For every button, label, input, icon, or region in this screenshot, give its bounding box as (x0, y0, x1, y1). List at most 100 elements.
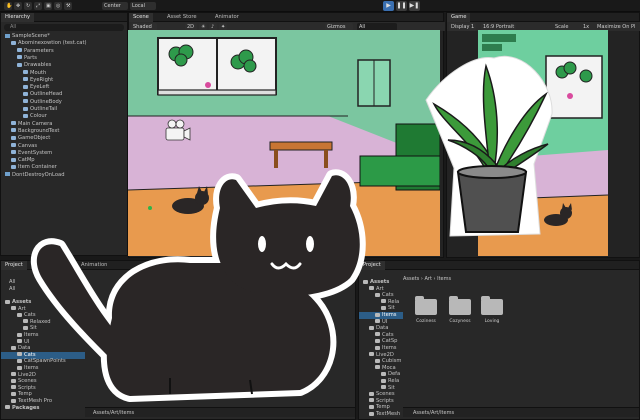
pivot-center-toggle[interactable]: Center (102, 2, 128, 10)
step-button[interactable]: ▶❚ (409, 1, 420, 11)
project-tree-item-label: Cats (382, 331, 394, 338)
main-toolbar: ✋ ✥ ↻ ⤢ ▣ ◎ ⚒ Center Local ▶ ❚❚ ▶❚ (0, 0, 640, 12)
folder-cozyness-label: Cozyness (449, 319, 471, 324)
folder-loving-label: Loving (484, 319, 500, 324)
pause-button[interactable]: ❚❚ (396, 1, 407, 11)
folder-icon (5, 299, 10, 304)
scene-tabbar: Scene Asset Store Animator (129, 13, 443, 22)
folder-loving-icon[interactable] (481, 296, 503, 315)
project-tree-item-label: Moca (382, 364, 396, 371)
hierarchy-item[interactable]: OutlineBody (1, 99, 127, 106)
hierarchy-item-label: Drawables (24, 62, 52, 69)
favorite-all-2-label: All (9, 286, 16, 292)
animator-tab-label: Animator (215, 14, 239, 20)
tab-scene[interactable]: Scene (129, 13, 153, 22)
cat-sticker (30, 169, 366, 402)
folder-icon (11, 345, 16, 350)
favorite-all-2[interactable]: All (9, 286, 15, 293)
hierarchy-item-label: Parts (24, 54, 37, 61)
hand-tool-icon[interactable]: ✋ (4, 2, 12, 10)
hierarchy-item[interactable]: Colour (1, 113, 127, 120)
plant-pot-icon (456, 165, 528, 233)
rect-tool-icon[interactable]: ▣ (44, 2, 52, 10)
hierarchy-item-label: Colour (30, 113, 47, 120)
asset-store-tab-label: Asset Store (167, 14, 197, 20)
hierarchy-item[interactable]: Main Camera (1, 121, 127, 128)
game-tabbar: Game (447, 13, 639, 22)
breadcrumb-art[interactable]: Art (424, 276, 431, 282)
gameobject-icon (11, 150, 16, 155)
hierarchy-item-label: Main Camera (18, 120, 53, 127)
hierarchy-item[interactable]: OutlineHead (1, 91, 127, 98)
project-panel-right: Project Assets › Art › Items Assets Art Ca… (358, 260, 640, 420)
hierarchy-item-label: EyeLeft (30, 84, 50, 91)
hierarchy-item[interactable]: CatMp (1, 157, 127, 164)
folder-icon (11, 391, 16, 396)
pivot-center-label: Center (104, 3, 121, 9)
hierarchy-item[interactable]: EventSystem (1, 150, 127, 157)
hierarchy-item[interactable]: Abominexowtion (test.cat) (1, 40, 127, 47)
gameobject-icon (23, 77, 28, 82)
scene-icon (5, 172, 10, 177)
hierarchy-item-label: BackgroundText (18, 127, 60, 134)
display-dropdown[interactable]: Display 1 (449, 23, 477, 31)
hierarchy-item[interactable]: BackgroundText (1, 128, 127, 135)
hierarchy-item-label: EventSystem (18, 149, 53, 156)
tab-animator[interactable]: Animator (211, 13, 243, 22)
folder-icon (381, 299, 386, 304)
display-label: Display 1 (451, 24, 475, 30)
gameobject-icon (23, 70, 28, 74)
tab-asset-store[interactable]: Asset Store (163, 13, 201, 22)
hierarchy-item[interactable]: Parameters (1, 48, 127, 55)
gameobject-icon (11, 164, 16, 169)
project-right-footer: Assets/Art/Items (403, 407, 639, 417)
hierarchy-item[interactable]: Parts (1, 55, 127, 62)
gameobject-icon (11, 40, 16, 45)
breadcrumb-items[interactable]: Items (437, 276, 451, 282)
hierarchy-item[interactable]: GameObject (1, 135, 127, 142)
hierarchy-search-placeholder: All (10, 24, 17, 30)
rotate-tool-icon[interactable]: ↻ (24, 2, 32, 10)
window-icon (157, 37, 277, 96)
hierarchy-item-label: CatMp (18, 157, 35, 164)
breadcrumb-assets[interactable]: Assets (403, 276, 419, 282)
hierarchy-item[interactable]: Drawables (1, 62, 127, 69)
scale-tool-icon[interactable]: ⤢ (34, 2, 42, 10)
hierarchy-item[interactable]: EyeRight (1, 77, 127, 84)
pivot-local-label: Local (132, 3, 145, 9)
favorite-all-1-label: All (9, 279, 16, 285)
hierarchy-item[interactable]: EyeLeft (1, 84, 127, 91)
hierarchy-item[interactable]: Mouth (1, 70, 127, 77)
hierarchy-tabbar: Hierarchy (1, 13, 127, 22)
hierarchy-item[interactable]: Canvas (1, 143, 127, 150)
folder-icon (5, 405, 10, 410)
favorite-all-1[interactable]: All (9, 279, 15, 286)
scene-tab-label: Scene (133, 14, 149, 20)
move-tool-icon[interactable]: ✥ (14, 2, 22, 10)
folder-icon (11, 378, 16, 383)
project-tree-item-label: Items (382, 312, 397, 318)
hierarchy-item-label: OutlineBody (30, 98, 62, 105)
folder-coziness-icon[interactable] (415, 296, 437, 315)
gameobject-icon (17, 55, 22, 60)
folder-cozyness-icon[interactable] (449, 296, 471, 315)
pivot-local-toggle[interactable]: Local (130, 2, 156, 10)
folder-icon (381, 305, 386, 310)
transform-tool-icon[interactable]: ◎ (54, 2, 62, 10)
folder-icon (11, 306, 16, 311)
hierarchy-search-input[interactable]: All (4, 24, 124, 31)
project-tree-item-label: Rela (388, 378, 400, 384)
project-tree-item-label: Defa (388, 371, 401, 378)
gameobject-icon (17, 48, 22, 53)
folder-icon (11, 398, 16, 403)
play-button[interactable]: ▶ (383, 1, 394, 11)
tab-hierarchy[interactable]: Hierarchy (1, 13, 35, 22)
hierarchy-item-label: OutlineHead (30, 91, 63, 98)
tab-game[interactable]: Game (447, 13, 471, 22)
hierarchy-item-label: Mouth (30, 69, 47, 76)
project-tree-item-label: Cats (382, 292, 394, 299)
custom-tool-icon[interactable]: ⚒ (64, 2, 72, 10)
hierarchy-item[interactable]: OutlineTail (1, 106, 127, 113)
project-tree-item-label: Sit (388, 305, 395, 312)
hierarchy-item[interactable]: SampleScene* (1, 33, 127, 40)
